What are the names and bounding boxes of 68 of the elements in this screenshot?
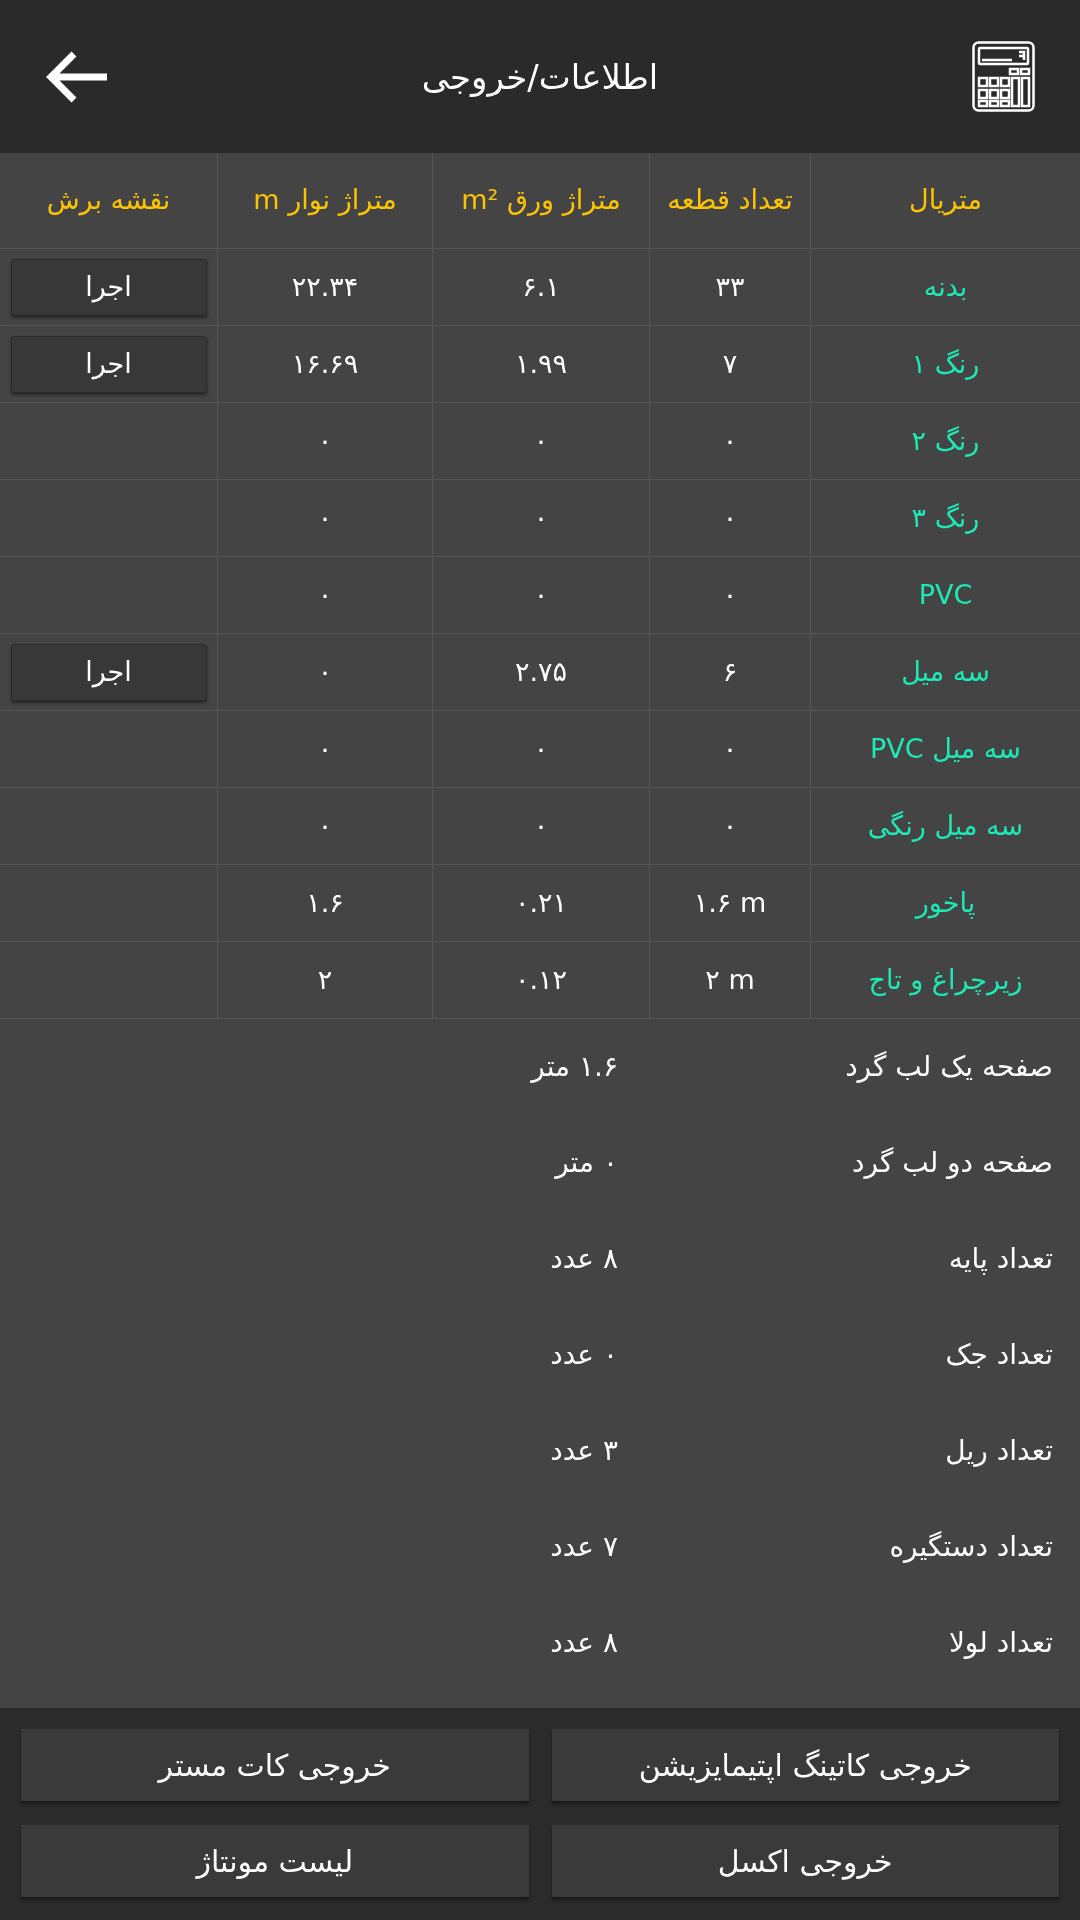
summary-value: ۸ عدد xyxy=(550,1241,618,1277)
column-header: تعداد قطعه xyxy=(667,183,793,218)
material-name: سه میل xyxy=(901,654,990,689)
column-header: نقشه برش xyxy=(46,183,171,218)
material-name: رنگ ۱ xyxy=(911,346,980,382)
table-value: ۰ xyxy=(317,731,333,766)
material-name: سه میل رنگی xyxy=(867,808,1024,844)
summary-label: تعداد دستگیره xyxy=(888,1529,1054,1565)
table-value: ۰ xyxy=(722,577,738,612)
material-name: زیرچراغ و تاج xyxy=(868,962,1023,998)
run-button[interactable]: اجرا xyxy=(10,335,207,393)
column-header: متریال xyxy=(909,183,982,218)
table-value: ۷ xyxy=(722,346,738,381)
summary-value: ۷ عدد xyxy=(550,1529,618,1565)
summary-label: تعداد ریل xyxy=(944,1433,1054,1469)
table-value: ۲ m xyxy=(705,962,755,997)
table-value: ۰ xyxy=(533,808,549,843)
material-name: PVC xyxy=(918,577,973,612)
run-button[interactable]: اجرا xyxy=(10,643,207,701)
summary-value: ۰ متر xyxy=(555,1145,618,1181)
table-value: ۰ xyxy=(722,808,738,843)
table-value: ۰ xyxy=(317,577,333,612)
export-button[interactable]: خروجی کات مستر xyxy=(21,1729,529,1801)
table-value: ۶.۱ xyxy=(522,269,560,304)
summary-value: ۰ عدد xyxy=(550,1337,618,1373)
export-button[interactable]: خروجی اکسل xyxy=(551,1825,1059,1897)
run-button[interactable]: اجرا xyxy=(10,258,207,316)
table-value: ۱.۶ xyxy=(306,885,344,920)
calculator-icon[interactable] xyxy=(972,41,1035,112)
table-value: ۲.۷۵ xyxy=(514,654,568,689)
summary-label: صفحه یک لب گرد xyxy=(844,1049,1054,1085)
table-value: ۰ xyxy=(533,577,549,612)
table-value: ۰ xyxy=(722,500,738,535)
column-header: متراژ نوار m xyxy=(253,183,397,218)
back-arrow-icon[interactable] xyxy=(45,50,108,103)
table-value: ۰ xyxy=(317,500,333,535)
table-value: ۰ xyxy=(533,500,549,535)
table-value: ۰ xyxy=(317,423,333,458)
table-value: ۰ xyxy=(317,808,333,843)
material-name: بدنه xyxy=(923,269,968,304)
table-value: ۲ xyxy=(317,962,333,997)
summary-value: ۱.۶ متر xyxy=(531,1049,618,1085)
summary-label: صفحه دو لب گرد xyxy=(851,1145,1054,1181)
table-value: ۱.۶ m xyxy=(693,885,767,920)
summary-label: تعداد پایه xyxy=(947,1241,1054,1277)
summary-label: تعداد لولا xyxy=(947,1625,1054,1661)
summary-label: تعداد جک xyxy=(944,1337,1054,1373)
summary-value: ۳ عدد xyxy=(550,1433,618,1469)
table-value: ۰ xyxy=(722,731,738,766)
material-name: رنگ ۳ xyxy=(911,500,980,536)
export-button[interactable]: خروجی کاتینگ اپتیمایزیشن xyxy=(551,1729,1059,1801)
table-value: ۲۲.۳۴ xyxy=(291,269,359,304)
summary-value: ۸ عدد xyxy=(550,1625,618,1661)
column-header: متراژ ورق m² xyxy=(461,183,621,218)
table-value: ۳۳ xyxy=(715,269,745,304)
table-value: ۱۶.۶۹ xyxy=(291,346,359,381)
table-value: ۰ xyxy=(533,731,549,766)
material-name: رنگ ۲ xyxy=(911,423,980,459)
table-value: ۰ xyxy=(317,654,333,689)
table-value: ۱.۹۹ xyxy=(514,346,568,381)
material-name: پاخور xyxy=(915,885,976,921)
table-value: ۰ xyxy=(722,423,738,458)
table-value: ۰.۱۲ xyxy=(514,962,568,997)
table-value: ۶ xyxy=(722,654,738,689)
material-name: سه میل PVC xyxy=(870,731,1021,766)
table-value: ۰ xyxy=(533,423,549,458)
table-value: ۰.۲۱ xyxy=(514,885,568,920)
export-button[interactable]: لیست مونتاژ xyxy=(21,1825,529,1897)
